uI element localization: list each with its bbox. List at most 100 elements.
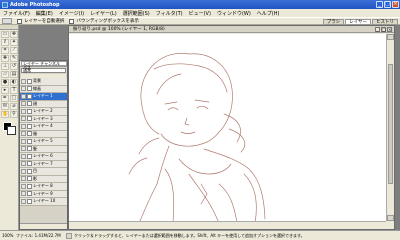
layer-name: レイヤー 10: [33, 198, 56, 204]
menu-window[interactable]: ウィンドウ(W): [217, 10, 251, 17]
toolbox: ▭ ✥ ℓ ✦ ⌗ ⟋ ✚ ✎ ⊥ ↺ ▱ ▤ ● ◐ ▸ T ✒ □ ✉ ⌀ …: [0, 25, 19, 230]
eye-icon[interactable]: [21, 108, 26, 114]
layer-row[interactable]: 背景: [20, 78, 67, 86]
eye-icon[interactable]: [21, 131, 26, 137]
gradient-tool-icon[interactable]: ▤: [10, 71, 18, 78]
history-brush-tool-icon[interactable]: ↺: [10, 63, 18, 70]
menu-filter[interactable]: フィルタ(T): [156, 10, 183, 17]
lasso-tool-icon[interactable]: ℓ: [1, 39, 9, 46]
layer-thumbnail: [27, 93, 32, 99]
eye-icon[interactable]: [21, 86, 26, 92]
background-color-swatch[interactable]: [7, 126, 16, 135]
eye-icon[interactable]: [21, 78, 26, 84]
menu-help[interactable]: ヘルプ(H): [257, 10, 280, 17]
vertical-scroll-thumb[interactable]: [388, 64, 393, 184]
marquee-tool-icon[interactable]: ▭: [1, 31, 9, 38]
layer-row[interactable]: レイヤー 5: [20, 138, 67, 146]
pen-tool-icon[interactable]: ✒: [1, 95, 9, 102]
close-button[interactable]: ×: [392, 1, 399, 8]
eye-icon[interactable]: [21, 168, 26, 174]
layer-row[interactable]: 髪: [20, 145, 67, 153]
layer-row[interactable]: レイヤー 7: [20, 160, 67, 168]
menu-layer[interactable]: レイヤー(L): [90, 10, 117, 17]
status-menu-arrow-icon[interactable]: [66, 232, 72, 239]
eye-icon[interactable]: [21, 176, 26, 182]
crop-tool-icon[interactable]: ⌗: [1, 47, 9, 54]
eye-icon[interactable]: [21, 191, 26, 197]
eye-icon[interactable]: [21, 116, 26, 122]
layer-row[interactable]: 影: [20, 175, 67, 183]
eyedropper-tool-icon[interactable]: ⌀: [10, 103, 18, 110]
eye-icon[interactable]: [21, 183, 26, 189]
zoom-level[interactable]: 100%: [2, 233, 16, 238]
eye-icon[interactable]: [21, 161, 26, 167]
eye-icon[interactable]: [21, 198, 26, 204]
eye-icon[interactable]: [21, 153, 26, 159]
menu-view[interactable]: ビュー(V): [189, 10, 211, 17]
layer-row[interactable]: レイヤー 6: [20, 153, 67, 161]
layer-row[interactable]: 線画: [20, 85, 67, 93]
menu-select[interactable]: 選択範囲(S): [123, 10, 150, 17]
layer-row[interactable]: 目: [20, 168, 67, 176]
layer-name: レイヤー 1: [33, 93, 53, 99]
shape-tool-icon[interactable]: □: [10, 95, 18, 102]
current-tool-icon[interactable]: [2, 18, 12, 24]
layer-row[interactable]: レイヤー 9: [20, 190, 67, 198]
eye-icon[interactable]: [21, 93, 26, 99]
blur-tool-icon[interactable]: ●: [1, 79, 9, 86]
layer-thumbnail: [27, 78, 32, 84]
slice-tool-icon[interactable]: ⟋: [10, 47, 18, 54]
show-bounding-box-checkbox[interactable]: バウンディングボックスを表示: [69, 18, 139, 24]
checkbox-box[interactable]: [69, 18, 75, 24]
title-bar: Adobe Photoshop _ □ ×: [0, 0, 400, 9]
layer-row-selected[interactable]: レイヤー 1: [20, 93, 67, 101]
layers-tab[interactable]: レイヤー チャンネル パス: [21, 61, 67, 70]
layer-row[interactable]: レイヤー 3: [20, 115, 67, 123]
blend-mode-select[interactable]: 通常: [21, 68, 66, 73]
checkbox-box[interactable]: [17, 18, 22, 24]
stamp-tool-icon[interactable]: ⊥: [1, 63, 9, 70]
layer-row[interactable]: レイヤー 10: [20, 198, 67, 206]
window-controls: _ □ ×: [376, 1, 399, 8]
doc-minimize-button[interactable]: _: [375, 27, 380, 32]
layer-row[interactable]: レイヤー 2: [20, 108, 67, 116]
layer-name: 背景: [33, 78, 41, 84]
layer-row[interactable]: 服: [20, 130, 67, 138]
healing-brush-tool-icon[interactable]: ✚: [1, 55, 9, 62]
brush-tool-icon[interactable]: ✎: [10, 55, 18, 62]
layer-row[interactable]: 顔: [20, 100, 67, 108]
hand-tool-icon[interactable]: ✋: [1, 111, 9, 118]
auto-select-layer-checkbox[interactable]: レイヤーを自動選択: [17, 18, 64, 24]
dodge-tool-icon[interactable]: ◐: [10, 79, 18, 86]
magic-wand-tool-icon[interactable]: ✦: [10, 39, 18, 46]
eye-icon[interactable]: [21, 138, 26, 144]
eye-icon[interactable]: [21, 146, 26, 152]
notes-tool-icon[interactable]: ✉: [1, 103, 9, 110]
layer-row[interactable]: レイヤー 8: [20, 183, 67, 191]
horizontal-scrollbar[interactable]: [69, 221, 386, 229]
doc-maximize-button[interactable]: □: [381, 27, 386, 32]
layer-row[interactable]: レイヤー 4: [20, 123, 67, 131]
checkbox-label: バウンディングボックスを表示: [76, 19, 139, 24]
menu-edit[interactable]: 編集(E): [36, 10, 53, 17]
scroll-down-arrow-icon[interactable]: [387, 215, 394, 221]
move-tool-icon[interactable]: ✥: [10, 31, 18, 38]
minimize-button[interactable]: _: [376, 1, 383, 8]
vertical-scrollbar[interactable]: [386, 34, 394, 221]
layers-panel: レイヤー チャンネル パス 通常 背景 線画 レイヤー 1 顔 レイヤー 2 レ…: [19, 60, 68, 230]
type-tool-icon[interactable]: T: [10, 87, 18, 94]
maximize-button[interactable]: □: [384, 1, 391, 8]
eraser-tool-icon[interactable]: ▱: [1, 71, 9, 78]
eye-icon[interactable]: [21, 123, 26, 129]
layer-name: 顔: [33, 100, 37, 106]
menu-image[interactable]: イメージ(I): [59, 10, 84, 17]
layer-name: 線画: [33, 85, 41, 91]
doc-size: ファイル: 1.41M/22.7M: [16, 232, 61, 238]
path-selection-tool-icon[interactable]: ▸: [1, 87, 9, 94]
scroll-up-arrow-icon[interactable]: [387, 34, 394, 40]
menu-file[interactable]: ファイル(F): [3, 10, 30, 17]
eye-icon[interactable]: [21, 101, 26, 107]
zoom-tool-icon[interactable]: ⚲: [10, 111, 18, 118]
canvas[interactable]: [69, 34, 386, 221]
doc-close-button[interactable]: ×: [387, 27, 392, 32]
